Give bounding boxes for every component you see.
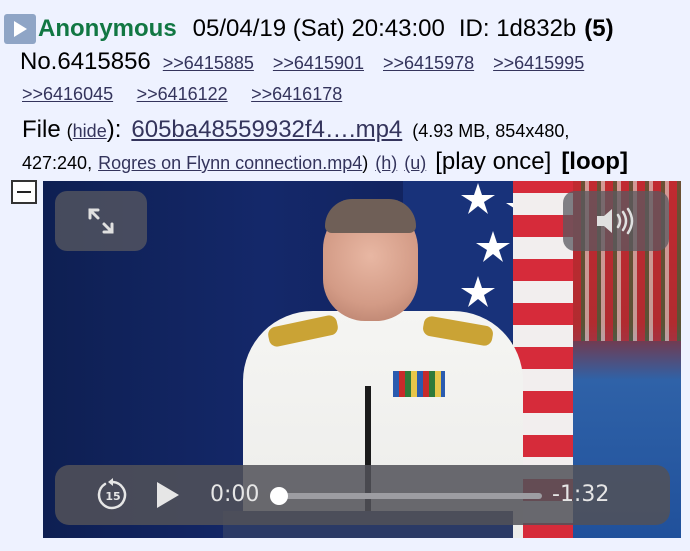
mute-button[interactable] — [563, 191, 669, 251]
play-triangle-icon — [14, 21, 27, 37]
progress-track[interactable] — [270, 493, 542, 499]
playback-controls: 15 0:00 -1:32 — [55, 465, 670, 525]
play-icon — [157, 482, 179, 508]
skip-back-15-icon: 15 — [97, 478, 127, 510]
backlink[interactable]: >>6416178 — [251, 84, 342, 104]
loop-link[interactable]: [loop] — [561, 148, 628, 176]
close-paren: ) — [362, 153, 369, 173]
h-link[interactable]: (h) — [375, 153, 397, 174]
backlink[interactable]: >>6415978 — [383, 53, 474, 74]
u-link[interactable]: (u) — [404, 153, 426, 174]
remaining-time: -1:32 — [552, 482, 610, 507]
expand-icon — [88, 208, 114, 234]
post-number[interactable]: No.6415856 — [20, 48, 151, 76]
hide-close: ): — [106, 116, 122, 143]
backlink[interactable]: >>6415885 — [163, 53, 254, 74]
post-number-row: No.6415856 >>6415885 >>6415901 >>6415978… — [20, 48, 603, 76]
hide-link[interactable]: hide — [73, 121, 107, 142]
file-info-row2: 427:240, Rogres on Flynn connection.mp4 … — [22, 148, 628, 176]
current-time: 0:00 — [210, 482, 260, 507]
seek-handle[interactable] — [270, 487, 288, 505]
collapse-icon[interactable] — [11, 180, 37, 204]
backlink[interactable]: >>6415995 — [493, 53, 584, 74]
post-date: 05/04/19 (Sat) 20:43:00 — [192, 15, 445, 42]
post-header: Anonymous 05/04/19 (Sat) 20:43:00 ID: 1d… — [4, 14, 614, 44]
ribbons — [393, 371, 445, 397]
play-once-link[interactable]: [play once] — [435, 148, 551, 176]
skip-seconds: 15 — [105, 490, 120, 503]
file-meta-ratio: 427:240, — [22, 153, 93, 173]
backlinks-row: >>6416045 >>6416122 >>6416178 — [22, 84, 361, 105]
play-icon[interactable] — [4, 14, 36, 44]
speaker-hair — [325, 199, 416, 233]
file-info: File ( hide ): 605ba48559932f4….mp4 (4.9… — [22, 116, 569, 144]
poster-id[interactable]: ID: 1d832b — [459, 15, 576, 43]
skip-back-15-button[interactable]: 15 — [96, 478, 130, 512]
file-meta: (4.93 MB, 854x480, — [412, 121, 570, 141]
original-filename-link[interactable]: Rogres on Flynn connection.mp4 — [98, 153, 362, 174]
file-link[interactable]: 605ba48559932f4….mp4 — [131, 116, 402, 144]
backlink[interactable]: >>6415901 — [273, 53, 364, 74]
fullscreen-button[interactable] — [55, 191, 147, 251]
backlink[interactable]: >>6416122 — [137, 84, 228, 104]
backlink[interactable]: >>6416045 — [22, 84, 113, 104]
play-button[interactable] — [155, 480, 181, 510]
file-label: File — [22, 116, 61, 143]
volume-icon — [597, 207, 634, 235]
video-player[interactable]: 15 0:00 -1:32 — [43, 181, 681, 538]
poster-name: Anonymous — [38, 15, 177, 42]
post-count: (5) — [584, 15, 614, 42]
